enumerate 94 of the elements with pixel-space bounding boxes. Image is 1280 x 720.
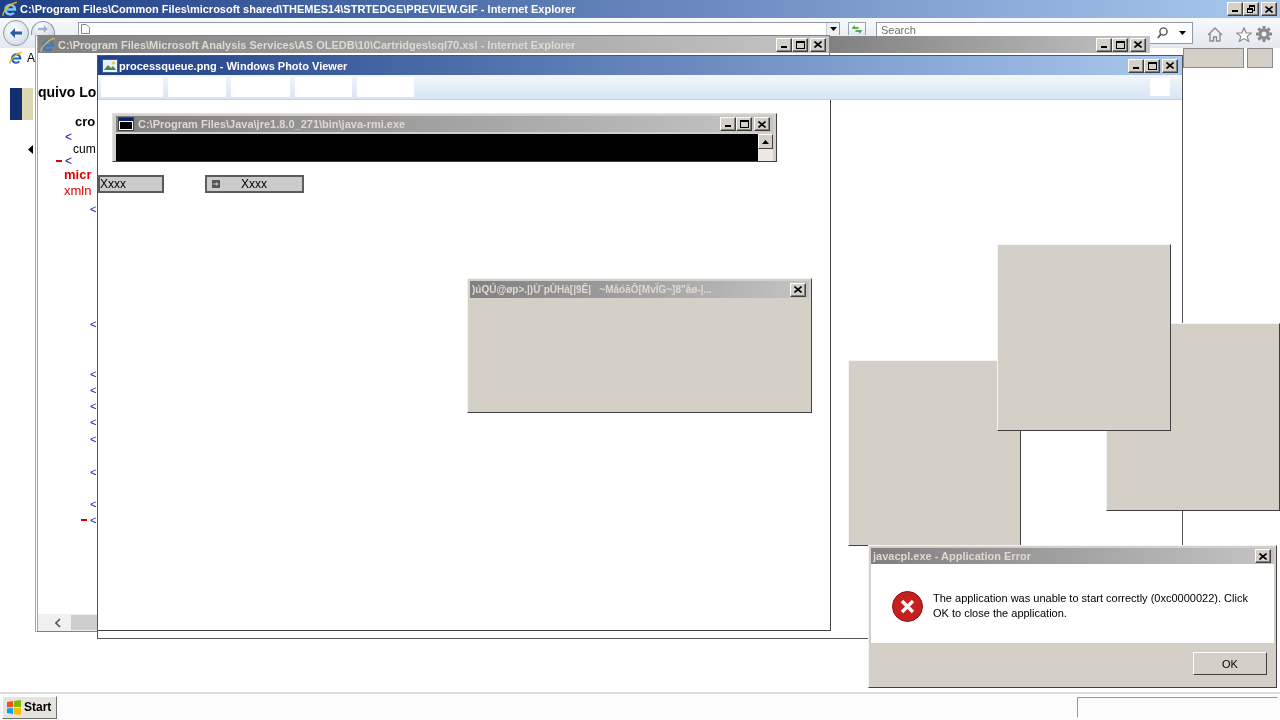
maximize-button[interactable]: [1112, 37, 1128, 52]
dropdown-button[interactable]: [826, 23, 839, 35]
close-icon: [1166, 62, 1174, 69]
settings-icon[interactable]: [1256, 26, 1272, 42]
minimize-icon: [1133, 66, 1139, 69]
close-button[interactable]: [1162, 58, 1178, 73]
banner-image: [10, 88, 33, 120]
search-icon: [1157, 27, 1168, 39]
page-heading: quivo Lo: [38, 84, 97, 100]
caret-icon: [1178, 31, 1186, 35]
page-subheading: cro: [75, 116, 96, 128]
dropdown-button[interactable]: [1172, 22, 1193, 44]
xml-tag: <: [90, 382, 97, 398]
xml-tag: <: [90, 431, 97, 447]
xml-tag: <: [65, 155, 72, 167]
xml-tag: <: [90, 366, 97, 382]
close-icon: [1265, 5, 1273, 13]
xml-tag: <: [90, 414, 97, 430]
xml-text: cum: [73, 143, 96, 155]
minimize-button[interactable]: [1227, 2, 1243, 16]
caret-icon: [762, 139, 769, 144]
favorites-item[interactable]: A: [9, 51, 35, 65]
xml-tag: <: [90, 316, 97, 332]
window-title: javacpl.exe - Application Error: [873, 549, 1032, 563]
minimize-button[interactable]: [1096, 37, 1112, 52]
forward-button[interactable]: [31, 21, 55, 35]
close-button[interactable]: [1130, 37, 1146, 52]
window-title: )úQÚ@øp>.|)Ù¨pÙHà[|9Ê| ~MåóãÔ[MvÏG~]8"åø-|...: [472, 282, 713, 297]
minus-icon[interactable]: [80, 519, 87, 521]
element-name: micr: [64, 167, 92, 183]
caret-icon: [829, 27, 837, 31]
close-button[interactable]: [1261, 2, 1277, 16]
minimize-button[interactable]: [720, 117, 736, 131]
maximize-button[interactable]: [736, 117, 752, 131]
xml-tag: <: [90, 398, 97, 414]
small-button[interactable]: Xxxx: [98, 175, 164, 193]
xml-tag: <: [90, 464, 97, 480]
image-icon: [102, 58, 118, 73]
scrollbar-track[interactable]: [38, 614, 97, 631]
error-message: The application was unable to start correctly (0xc0000022). Click OK to close the application.: [933, 591, 1249, 621]
arrows-icon: [851, 24, 863, 34]
window-title: C:\Program Files\Common Files\microsoft shared\THEMES14\STRTEDGE\PREVIEW.GIF - Internet Explorer: [20, 2, 577, 16]
window-title: C:\Program Files\Java\jre1.8.0_271\bin\java-rmi.exe: [138, 117, 407, 131]
letter-e-icon: [40, 36, 56, 53]
xml-tag: <: [90, 512, 97, 528]
xml-tag: <: [90, 201, 97, 217]
ok-button[interactable]: OK: [1193, 652, 1267, 675]
close-button[interactable]: [1255, 549, 1271, 563]
small-button[interactable]: Xxxx: [205, 175, 304, 193]
minimize-button[interactable]: [776, 37, 792, 52]
attribute-name: xmln: [64, 183, 92, 199]
window-title: processqueue.png - Windows Photo Viewer: [119, 58, 349, 73]
letter-e-icon: [9, 51, 23, 65]
minimize-icon: [725, 125, 731, 127]
maximize-button[interactable]: [1144, 58, 1160, 73]
minimize-icon: [1232, 10, 1238, 12]
maximize-icon: [1147, 61, 1157, 70]
xml-tag: <: [65, 131, 72, 143]
close-button[interactable]: [790, 282, 806, 297]
home-icon[interactable]: [1207, 27, 1223, 42]
arrow-right-icon: [38, 24, 48, 33]
minimize-button[interactable]: [1128, 58, 1144, 73]
arrow-left-icon: [10, 28, 22, 38]
close-icon: [1134, 41, 1142, 48]
close-icon: [1259, 552, 1267, 560]
restore-icon: [1247, 5, 1255, 13]
close-icon: [794, 286, 802, 293]
maximize-icon: [739, 120, 749, 128]
minus-icon[interactable]: [55, 160, 62, 162]
search-field[interactable]: Search: [876, 22, 1150, 36]
caret-icon[interactable]: [28, 145, 33, 154]
maximize-button[interactable]: [792, 37, 808, 52]
close-icon: [814, 41, 822, 48]
restore-button[interactable]: [1243, 2, 1259, 16]
close-button[interactable]: [754, 117, 770, 131]
chevron-left-icon: [55, 617, 61, 628]
letter-e-icon: [2, 1, 18, 17]
star-icon[interactable]: [1236, 27, 1252, 42]
flag-icon: [6, 699, 22, 715]
address-field[interactable]: [78, 22, 840, 35]
scrollbar-track[interactable]: [758, 134, 773, 161]
maximize-icon: [795, 40, 805, 49]
refresh-button[interactable]: [848, 22, 866, 35]
console-icon: [118, 117, 134, 131]
scroll-up-button[interactable]: [758, 134, 773, 149]
back-button[interactable]: [3, 20, 29, 46]
error-icon: [892, 591, 923, 622]
start-button[interactable]: Start: [2, 695, 57, 719]
maximize-icon: [1115, 40, 1125, 49]
scrollbar-thumb[interactable]: [71, 615, 97, 630]
close-icon: [758, 120, 766, 128]
close-button[interactable]: [810, 37, 826, 52]
xml-tag: <: [90, 496, 97, 512]
arrow-box-icon: [212, 180, 220, 188]
